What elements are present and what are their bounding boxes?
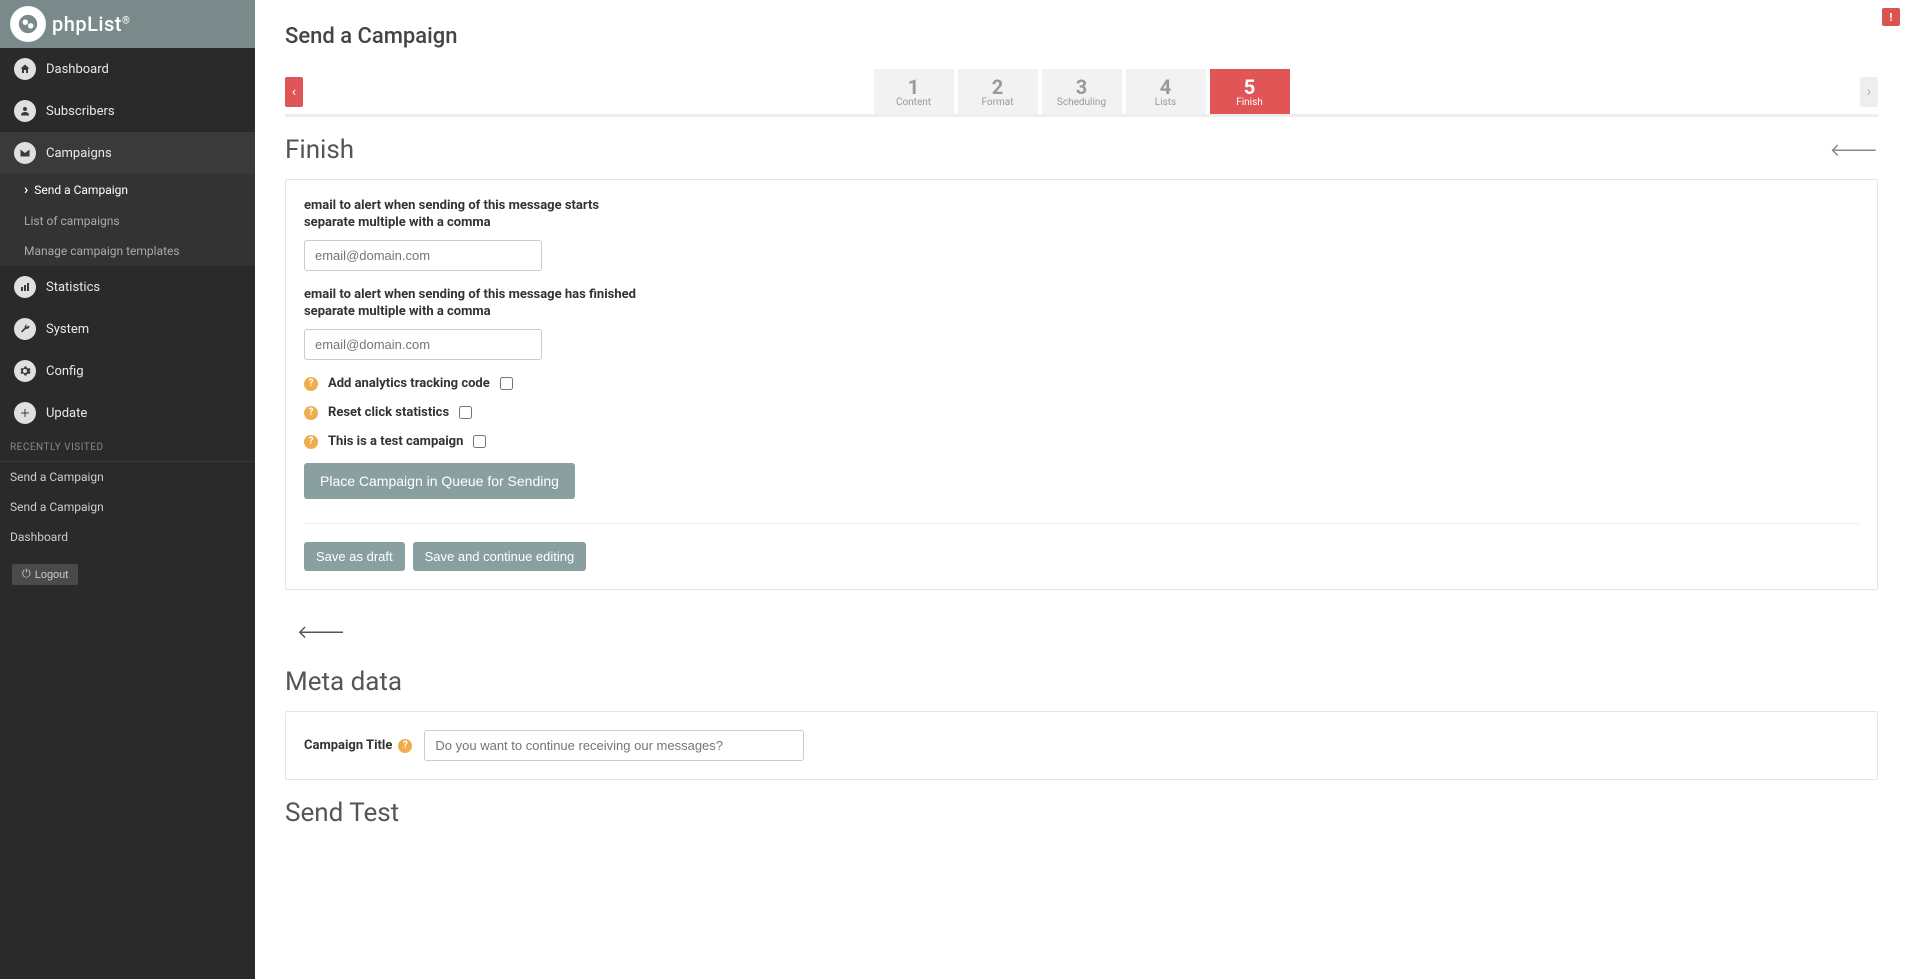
- help-icon[interactable]: ?: [398, 739, 412, 753]
- nav-system[interactable]: System: [0, 308, 255, 350]
- help-icon[interactable]: ?: [304, 435, 318, 449]
- nav-label: Update: [46, 406, 87, 421]
- user-icon: [14, 100, 36, 122]
- recent-item[interactable]: Send a Campaign: [0, 462, 255, 492]
- tab-number: 4: [1126, 77, 1206, 97]
- alert-start-input[interactable]: [304, 240, 542, 271]
- reset-label: Reset click statistics: [328, 405, 449, 420]
- wizard-underline: [285, 114, 1878, 117]
- tab-number: 1: [874, 77, 954, 97]
- metadata-panel: Campaign Title ?: [285, 711, 1878, 780]
- nav-statistics[interactable]: Statistics: [0, 266, 255, 308]
- nav-update[interactable]: Update: [0, 392, 255, 434]
- alert-end-label: email to alert when sending of this mess…: [304, 287, 1859, 302]
- campaign-title-input[interactable]: [424, 730, 804, 761]
- nav-dashboard[interactable]: Dashboard: [0, 48, 255, 90]
- test-label: This is a test campaign: [328, 434, 463, 449]
- nav-label: Subscribers: [46, 104, 115, 119]
- save-continue-button[interactable]: Save and continue editing: [413, 542, 587, 571]
- wrench-icon: [14, 318, 36, 340]
- tab-number: 5: [1210, 77, 1290, 97]
- recent-header: RECENTLY VISITED: [0, 434, 255, 462]
- nav-config[interactable]: Config: [0, 350, 255, 392]
- alert-end-input[interactable]: [304, 329, 542, 360]
- help-icon[interactable]: ?: [304, 377, 318, 391]
- queue-button[interactable]: Place Campaign in Queue for Sending: [304, 463, 575, 499]
- tab-finish[interactable]: 5 Finish: [1210, 69, 1290, 114]
- recent-item[interactable]: Send a Campaign: [0, 492, 255, 522]
- analytics-checkbox[interactable]: [500, 377, 513, 390]
- send-test-title: Send Test: [285, 798, 1878, 828]
- main-content: Send a Campaign ‹ 1 Content 2 Format 3 S…: [255, 0, 1908, 852]
- alert-indicator[interactable]: !: [1882, 8, 1900, 26]
- nav-campaigns[interactable]: Campaigns: [0, 132, 255, 174]
- sidebar-header: phpList®: [0, 0, 255, 48]
- alert-end-sublabel: separate multiple with a comma: [304, 304, 1859, 319]
- tab-label: Scheduling: [1042, 97, 1122, 108]
- section-header: Finish 🡐: [285, 135, 1878, 165]
- wizard-tabs: 1 Content 2 Format 3 Scheduling 4 Lists …: [303, 69, 1860, 114]
- alert-start-sublabel: separate multiple with a comma: [304, 215, 1859, 230]
- sub-list-campaigns[interactable]: List of campaigns: [0, 206, 255, 236]
- sub-manage-templates[interactable]: Manage campaign templates: [0, 236, 255, 266]
- save-button-row: Save as draft Save and continue editing: [304, 542, 1859, 571]
- power-icon: ⏻: [22, 568, 31, 581]
- tab-format[interactable]: 2 Format: [958, 69, 1038, 114]
- nav-label: Config: [46, 364, 84, 379]
- campaign-title-row: Campaign Title ?: [304, 730, 1859, 761]
- gear-icon: [14, 360, 36, 382]
- logo[interactable]: phpList®: [10, 6, 130, 42]
- tab-number: 2: [958, 77, 1038, 97]
- back-arrow-icon[interactable]: 🡐: [297, 622, 345, 643]
- campaigns-submenu: › Send a Campaign List of campaigns Mana…: [0, 174, 255, 266]
- tab-label: Content: [874, 97, 954, 108]
- tab-scheduling[interactable]: 3 Scheduling: [1042, 69, 1122, 114]
- tab-label: Format: [958, 97, 1038, 108]
- chart-icon: [14, 276, 36, 298]
- test-row: ? This is a test campaign: [304, 434, 1859, 449]
- home-icon: [14, 58, 36, 80]
- tab-number: 3: [1042, 77, 1122, 97]
- metadata-title: Meta data: [285, 667, 1878, 697]
- sub-label: List of campaigns: [24, 214, 120, 228]
- nav-label: Campaigns: [46, 146, 112, 161]
- finish-panel: email to alert when sending of this mess…: [285, 179, 1878, 590]
- campaign-title-label: Campaign Title ?: [304, 738, 412, 753]
- help-icon[interactable]: ?: [304, 406, 318, 420]
- nav-label: Dashboard: [46, 62, 109, 77]
- mail-icon: [14, 142, 36, 164]
- tab-lists[interactable]: 4 Lists: [1126, 69, 1206, 114]
- back-arrow-icon[interactable]: 🡐: [1830, 140, 1878, 161]
- sub-label: Send a Campaign: [34, 183, 128, 197]
- recent-item[interactable]: Dashboard: [0, 522, 255, 552]
- tab-label: Finish: [1210, 97, 1290, 108]
- logo-icon: [10, 6, 46, 42]
- logout-button[interactable]: ⏻ Logout: [12, 564, 78, 585]
- wizard-next-button[interactable]: ›: [1860, 77, 1878, 107]
- nav-label: System: [46, 322, 89, 337]
- reset-row: ? Reset click statistics: [304, 405, 1859, 420]
- page-title: Send a Campaign: [285, 24, 1878, 49]
- analytics-label: Add analytics tracking code: [328, 376, 490, 391]
- analytics-row: ? Add analytics tracking code: [304, 376, 1859, 391]
- sub-send-campaign[interactable]: › Send a Campaign: [0, 174, 255, 206]
- nav-label: Statistics: [46, 280, 100, 295]
- tab-content[interactable]: 1 Content: [874, 69, 954, 114]
- save-draft-button[interactable]: Save as draft: [304, 542, 405, 571]
- logo-text: phpList®: [52, 12, 130, 36]
- divider: [304, 523, 1859, 524]
- section-title: Finish: [285, 135, 354, 165]
- wizard-nav: ‹ 1 Content 2 Format 3 Scheduling 4 List…: [285, 69, 1878, 114]
- sub-label: Manage campaign templates: [24, 244, 180, 258]
- alert-start-label: email to alert when sending of this mess…: [304, 198, 1859, 213]
- reset-checkbox[interactable]: [459, 406, 472, 419]
- logout-label: Logout: [35, 569, 69, 581]
- chevron-right-icon: ›: [24, 182, 28, 198]
- sidebar: phpList® Dashboard Subscribers Campaigns…: [0, 0, 255, 979]
- wizard-prev-button[interactable]: ‹: [285, 77, 303, 107]
- tab-label: Lists: [1126, 97, 1206, 108]
- nav-subscribers[interactable]: Subscribers: [0, 90, 255, 132]
- plus-icon: [14, 402, 36, 424]
- test-checkbox[interactable]: [473, 435, 486, 448]
